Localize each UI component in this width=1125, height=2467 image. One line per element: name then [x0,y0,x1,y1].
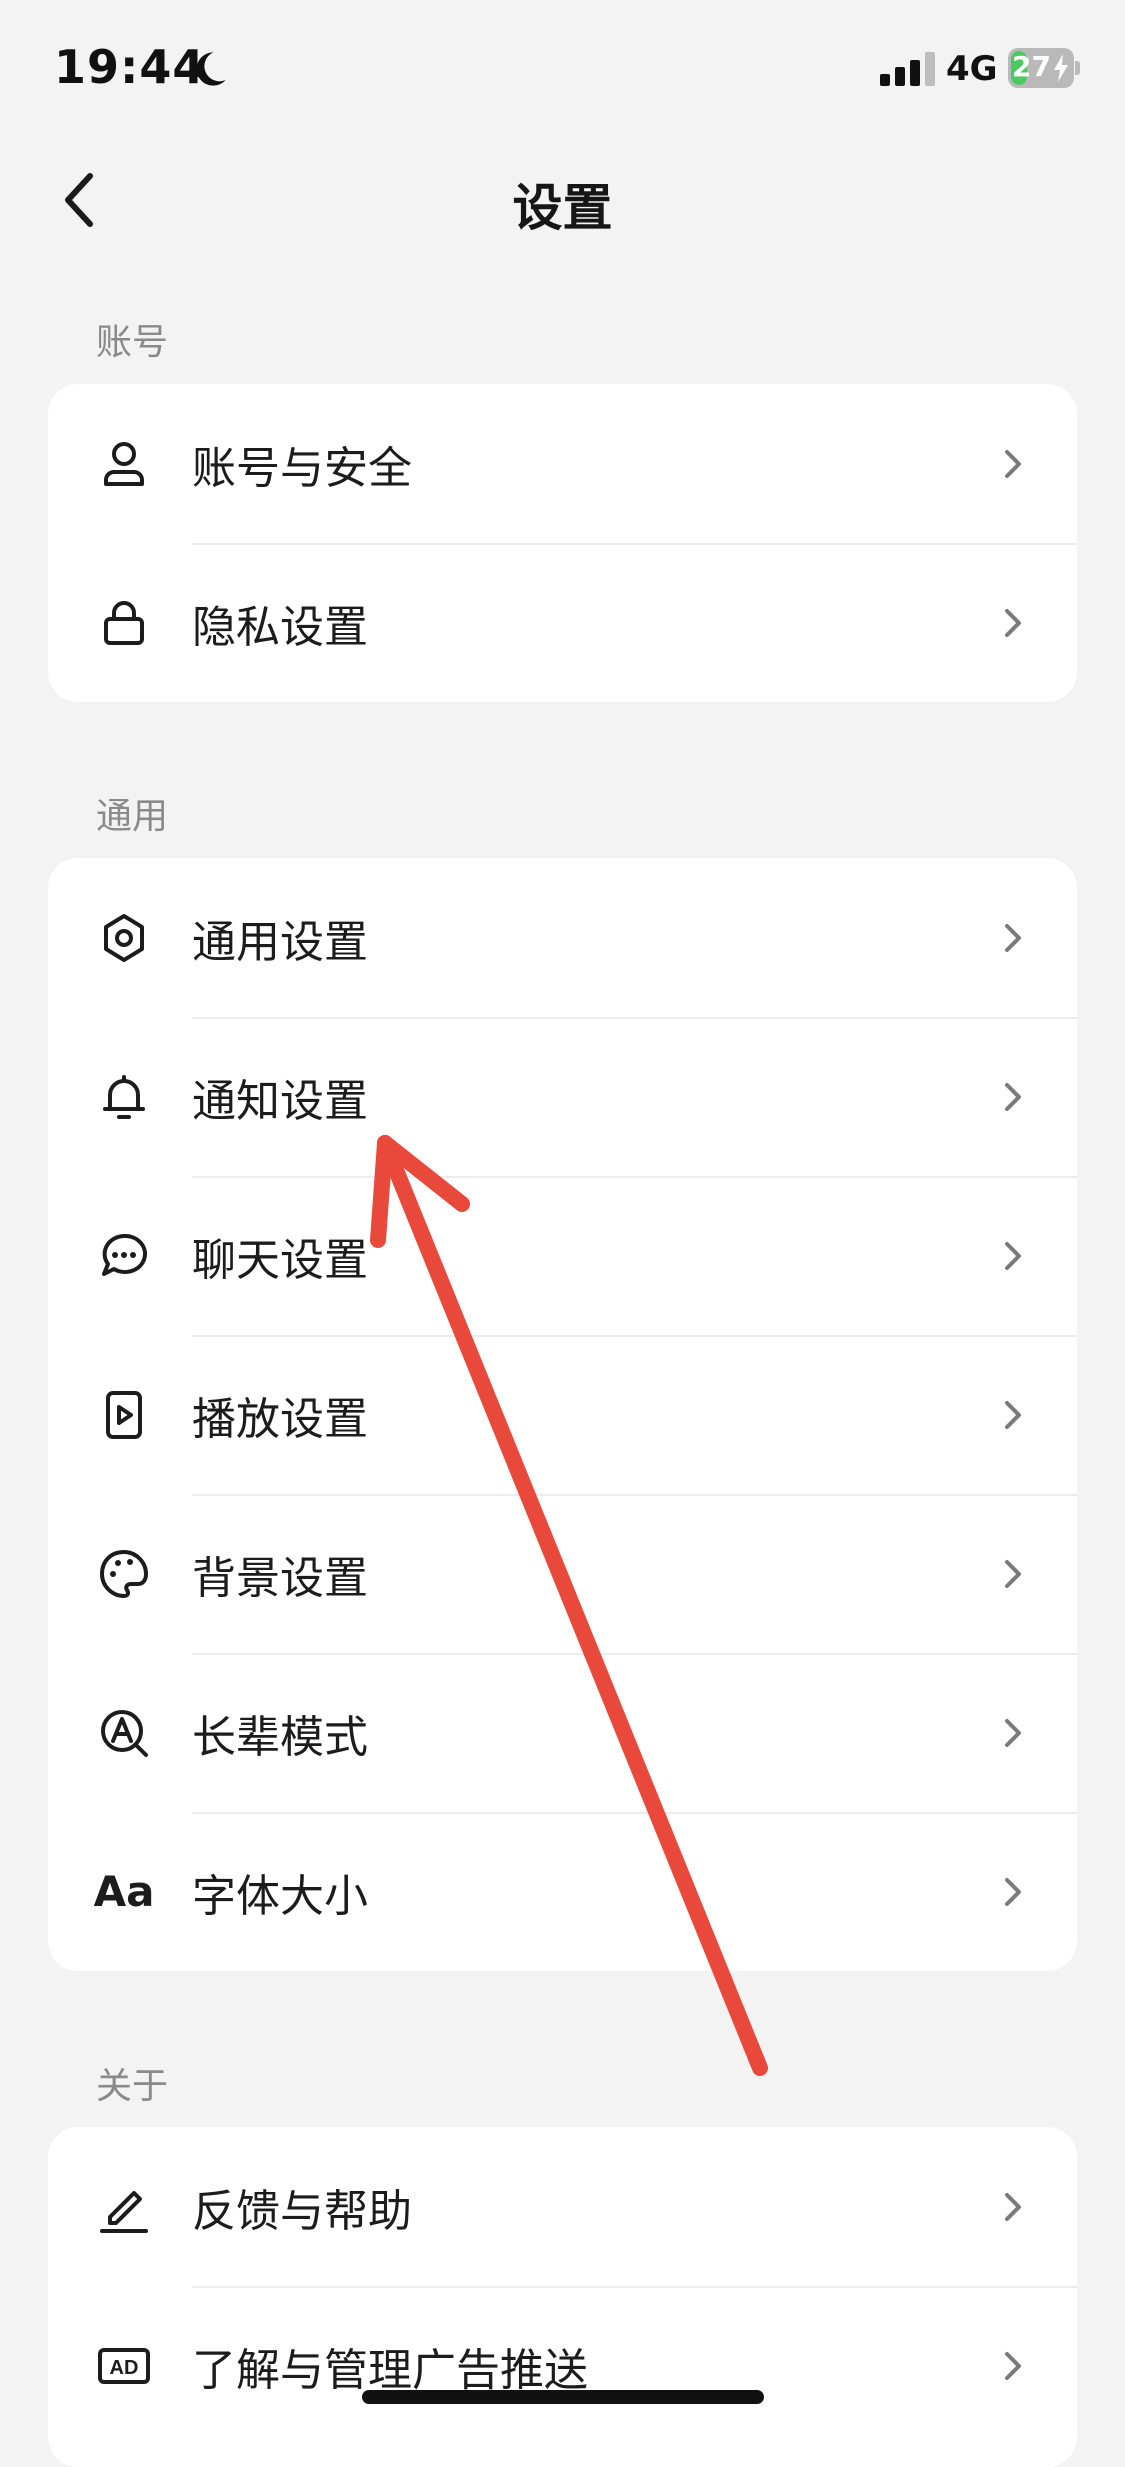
row-label: 长辈模式 [192,1711,368,1763]
settings-row-font-size[interactable]: Aa 字体大小 [48,1812,1077,1971]
chevron-right-icon [1005,2351,1021,2380]
section-header-account: 账号 [96,322,169,363]
charging-bolt-icon [1054,54,1068,82]
settings-row-account-security[interactable]: 账号与安全 [48,384,1077,543]
chevron-right-icon [1005,1400,1021,1429]
user-icon [94,434,154,494]
chevron-right-icon [1005,1082,1021,1111]
chevron-right-icon [1005,1718,1021,1747]
palette-icon [94,1544,154,1604]
row-label: 了解与管理广告推送 [192,2344,588,2396]
ad-icon: AD [94,2336,154,2396]
card-general: 通用设置 通知设置 聊天设置 播放设置 背景设置 长辈模式 Aa 字体大小 [48,858,1077,1971]
row-label: 背景设置 [192,1552,368,1604]
card-about: 反馈与帮助 AD 了解与管理广告推送 [48,2127,1077,2467]
battery-icon: 27 [1008,48,1080,88]
play-icon [94,1385,154,1445]
row-label: 账号与安全 [192,442,412,494]
chevron-right-icon [1005,449,1021,478]
row-label: 播放设置 [192,1393,368,1445]
chevron-right-icon [1005,1559,1021,1588]
chevron-right-icon [1005,923,1021,952]
row-label: 聊天设置 [192,1234,368,1286]
section-header-general: 通用 [96,796,169,837]
chevron-right-icon [1005,1241,1021,1270]
row-label: 字体大小 [192,1870,368,1922]
settings-row-elder-mode[interactable]: 长辈模式 [48,1653,1077,1812]
card-account: 账号与安全 隐私设置 [48,384,1077,702]
settings-row-privacy[interactable]: 隐私设置 [48,543,1077,702]
signal-icon [880,52,935,86]
page-title: 设置 [512,179,613,237]
settings-row-ad-management[interactable]: AD 了解与管理广告推送 [48,2286,1077,2445]
status-time: 19:44 [54,40,206,94]
settings-row-general[interactable]: 通用设置 [48,858,1077,1017]
settings-row-chat[interactable]: 聊天设置 [48,1176,1077,1335]
section-header-about: 关于 [96,2066,169,2107]
ad-icon-text: AD [110,2357,139,2379]
gear-icon [94,908,154,968]
row-label: 通用设置 [192,916,368,968]
home-indicator[interactable] [362,2390,764,2404]
pencil-icon [94,2177,154,2237]
settings-row-background[interactable]: 背景设置 [48,1494,1077,1653]
chevron-right-icon [1005,1877,1021,1906]
bell-icon [94,1067,154,1127]
settings-row-notifications[interactable]: 通知设置 [48,1017,1077,1176]
lock-icon [94,593,154,653]
settings-row-playback[interactable]: 播放设置 [48,1335,1077,1494]
row-label: 通知设置 [192,1075,368,1127]
chevron-right-icon [1005,2192,1021,2221]
elder-mode-icon [94,1703,154,1763]
row-label: 隐私设置 [192,601,368,653]
moon-icon [196,52,226,86]
battery-level: 27 [1012,50,1051,83]
row-label: 反馈与帮助 [192,2185,412,2237]
settings-row-feedback[interactable]: 反馈与帮助 [48,2127,1077,2286]
nav-bar: 设置 [0,150,1125,250]
status-bar: 19:44 4G 27 [0,0,1125,140]
chevron-right-icon [1005,608,1021,637]
chat-bubble-icon [94,1226,154,1286]
network-label: 4G [946,49,998,89]
font-size-icon: Aa [93,1867,155,1916]
